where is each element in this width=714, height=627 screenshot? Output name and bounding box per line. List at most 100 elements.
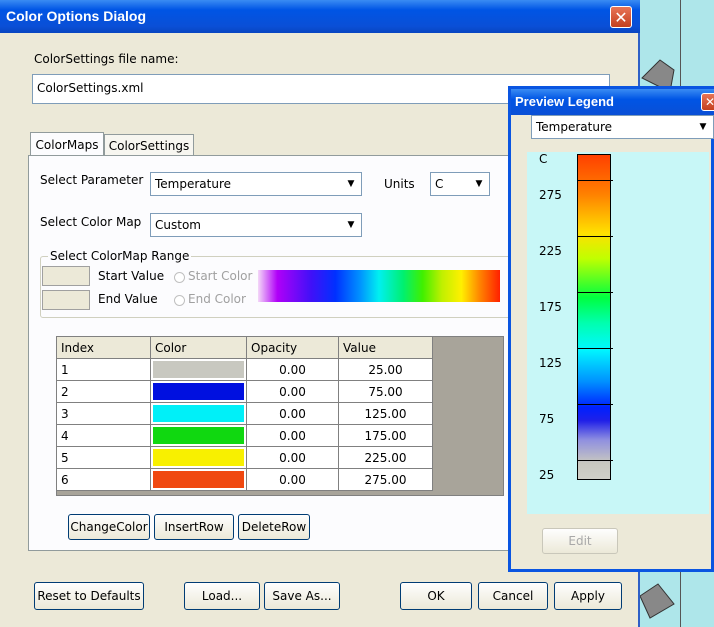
- table-cell-opacity[interactable]: 0.00: [247, 469, 339, 491]
- table-cell-index[interactable]: 1: [57, 359, 151, 381]
- close-icon: ✕: [614, 7, 628, 27]
- dialog-titlebar: Color Options Dialog ✕: [0, 0, 640, 33]
- table-cell-value[interactable]: 25.00: [339, 359, 433, 381]
- color-swatch[interactable]: [153, 427, 244, 444]
- legend-tick-label: 25: [539, 468, 555, 482]
- color-swatch[interactable]: [153, 361, 244, 378]
- legend-close-button[interactable]: ✕: [701, 93, 714, 111]
- cancel-label: Cancel: [492, 589, 534, 603]
- table-header-opacity[interactable]: Opacity: [247, 337, 339, 359]
- legend-tick-line: [577, 236, 613, 237]
- insert-row-button[interactable]: InsertRow: [154, 514, 234, 540]
- color-swatch[interactable]: [153, 449, 244, 466]
- units-select[interactable]: C ▼: [430, 172, 490, 196]
- chevron-down-icon: ▼: [475, 179, 483, 189]
- table-cell-opacity[interactable]: 0.00: [247, 381, 339, 403]
- end-value-label: End Value: [98, 292, 158, 306]
- end-value-input[interactable]: [42, 290, 90, 310]
- table-cell-color[interactable]: [151, 469, 247, 491]
- save-as-label: Save As...: [272, 589, 332, 603]
- dialog-title: Color Options Dialog: [6, 8, 146, 24]
- table-header-color[interactable]: Color: [151, 337, 247, 359]
- legend-title: Preview Legend: [515, 94, 614, 109]
- file-name-value: ColorSettings.xml: [37, 81, 144, 95]
- file-name-label: ColorSettings file name:: [34, 52, 179, 66]
- legend-tick-line: [577, 404, 613, 405]
- legend-tick-line: [577, 460, 613, 461]
- apply-label: Apply: [571, 589, 605, 603]
- table-cell-color[interactable]: [151, 447, 247, 469]
- colormap-select[interactable]: Custom ▼: [150, 213, 362, 237]
- table-cell-color[interactable]: [151, 403, 247, 425]
- colormap-table: Index Color Opacity Value 1 0.00 25.00 2 0.0…: [56, 336, 504, 496]
- units-label: Units: [384, 177, 415, 191]
- table-cell-value[interactable]: 225.00: [339, 447, 433, 469]
- chevron-down-icon: ▼: [347, 220, 355, 230]
- end-color-radio[interactable]: [174, 295, 185, 306]
- legend-tick-label: 225: [539, 244, 562, 258]
- table-cell-value[interactable]: 125.00: [339, 403, 433, 425]
- delete-row-button[interactable]: DeleteRow: [238, 514, 310, 540]
- legend-tick-line: [577, 348, 613, 349]
- legend-parameter-select[interactable]: Temperature ▼: [531, 115, 714, 139]
- colormap-gradient-preview: [258, 270, 500, 302]
- color-swatch[interactable]: [153, 471, 244, 488]
- apply-button[interactable]: Apply: [554, 582, 622, 610]
- table-cell-opacity[interactable]: 0.00: [247, 425, 339, 447]
- legend-parameter-value: Temperature: [536, 120, 613, 134]
- tab-colormaps-label: ColorMaps: [35, 137, 99, 152]
- start-color-radio[interactable]: [174, 272, 185, 283]
- color-swatch[interactable]: [153, 383, 244, 400]
- table-cell-value[interactable]: 275.00: [339, 469, 433, 491]
- legend-edit-button[interactable]: Edit: [542, 528, 618, 554]
- table-cell-index[interactable]: 6: [57, 469, 151, 491]
- table-cell-opacity[interactable]: 0.00: [247, 403, 339, 425]
- tab-colorsettings[interactable]: ColorSettings: [104, 134, 194, 156]
- legend-tick-label: 175: [539, 300, 562, 314]
- table-cell-color[interactable]: [151, 359, 247, 381]
- parameter-select[interactable]: Temperature ▼: [150, 172, 362, 196]
- reset-defaults-button[interactable]: Reset to Defaults: [34, 582, 144, 610]
- legend-tick-label: 125: [539, 356, 562, 370]
- ok-button[interactable]: OK: [400, 582, 472, 610]
- cancel-button[interactable]: Cancel: [478, 582, 548, 610]
- units-select-value: C: [435, 177, 444, 191]
- reset-defaults-label: Reset to Defaults: [37, 589, 141, 603]
- save-as-button[interactable]: Save As...: [264, 582, 340, 610]
- chevron-down-icon: ▼: [699, 122, 707, 132]
- background-shape-bottom: [639, 583, 675, 619]
- table-header-value[interactable]: Value: [339, 337, 433, 359]
- tab-colorsettings-label: ColorSettings: [108, 138, 190, 153]
- close-icon: ✕: [704, 95, 714, 109]
- table-cell-index[interactable]: 5: [57, 447, 151, 469]
- select-parameter-label: Select Parameter: [40, 173, 144, 187]
- table-header-index[interactable]: Index: [57, 337, 151, 359]
- chevron-down-icon: ▼: [347, 179, 355, 189]
- legend-tick-label: 75: [539, 412, 555, 426]
- table-cell-value[interactable]: 75.00: [339, 381, 433, 403]
- start-value-label: Start Value: [98, 269, 165, 283]
- colormap-range-label: Select ColorMap Range: [48, 249, 192, 263]
- table-cell-value[interactable]: 175.00: [339, 425, 433, 447]
- change-color-label: ChangeColor: [70, 520, 148, 534]
- color-swatch[interactable]: [153, 405, 244, 422]
- start-color-label: Start Color: [188, 269, 253, 283]
- colormap-select-value: Custom: [155, 218, 201, 232]
- start-value-input[interactable]: [42, 266, 90, 286]
- table-cell-index[interactable]: 3: [57, 403, 151, 425]
- legend-tick-line: [577, 292, 613, 293]
- legend-tick-label: 275: [539, 188, 562, 202]
- end-color-label: End Color: [188, 292, 246, 306]
- tab-colormaps[interactable]: ColorMaps: [30, 132, 104, 156]
- parameter-select-value: Temperature: [155, 177, 232, 191]
- table-cell-color[interactable]: [151, 425, 247, 447]
- table-cell-index[interactable]: 4: [57, 425, 151, 447]
- table-cell-opacity[interactable]: 0.00: [247, 447, 339, 469]
- table-cell-index[interactable]: 2: [57, 381, 151, 403]
- load-button[interactable]: Load...: [184, 582, 260, 610]
- table-cell-color[interactable]: [151, 381, 247, 403]
- change-color-button[interactable]: ChangeColor: [68, 514, 150, 540]
- table-cell-opacity[interactable]: 0.00: [247, 359, 339, 381]
- close-button[interactable]: ✕: [610, 6, 632, 28]
- load-label: Load...: [201, 589, 243, 603]
